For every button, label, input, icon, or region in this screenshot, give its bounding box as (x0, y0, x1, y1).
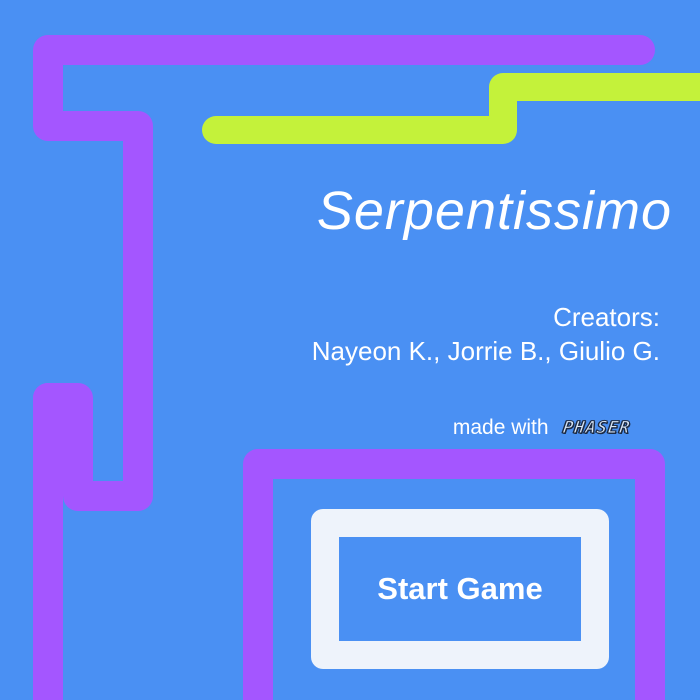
made-with-label: made with (452, 416, 549, 439)
made-with: made with PHASER (452, 416, 632, 440)
game-title: Serpentissimo (316, 181, 672, 241)
start-game-label: Start Game (377, 571, 543, 606)
phaser-logo[interactable]: PHASER (561, 418, 632, 439)
start-game-button[interactable]: Start Game (311, 509, 609, 669)
credits-label: Creators: (553, 302, 660, 332)
credits: Creators: Nayeon K., Jorrie B., Giulio G… (312, 300, 660, 368)
credits-names: Nayeon K., Jorrie B., Giulio G. (311, 336, 660, 366)
